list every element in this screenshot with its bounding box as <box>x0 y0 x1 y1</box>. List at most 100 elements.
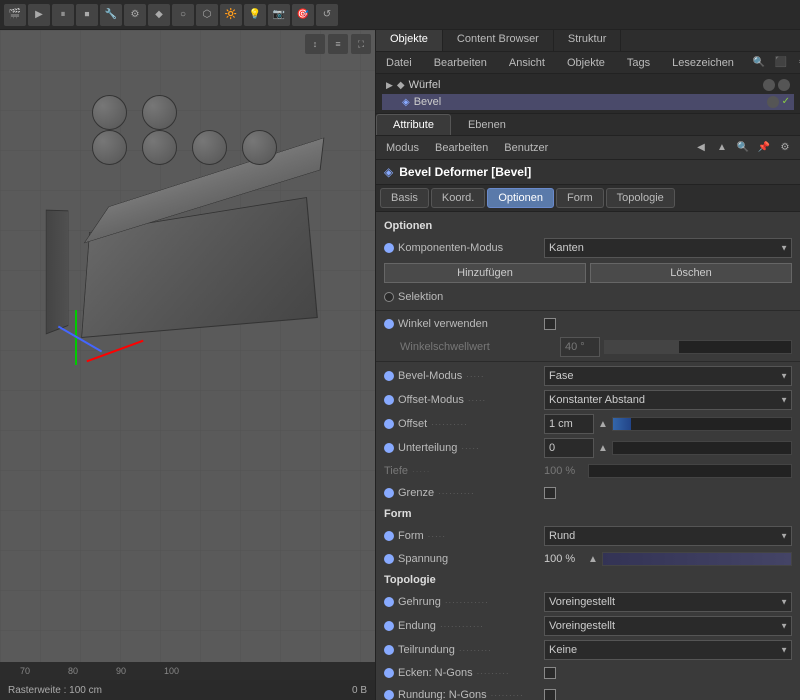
offset-spinner-up[interactable]: ▲ <box>598 419 608 430</box>
endung-label: Endung ············ <box>384 620 544 632</box>
offset-modus-text: Offset-Modus <box>398 394 464 406</box>
tab-optionen[interactable]: Optionen <box>487 188 554 208</box>
tab-koord[interactable]: Koord. <box>431 188 485 208</box>
vis-dot-1[interactable] <box>763 79 775 91</box>
grenze-checkbox[interactable] <box>544 487 556 499</box>
ecken-radio[interactable] <box>384 668 394 678</box>
toolbar-icon-13[interactable]: 🎯 <box>292 4 314 26</box>
attr-back-icon[interactable]: ◀ <box>692 139 710 157</box>
selektion-radio[interactable] <box>384 292 394 302</box>
gehrung-radio[interactable] <box>384 597 394 607</box>
viewport-menu-btn[interactable]: ≡ <box>328 34 348 54</box>
offset-modus-select[interactable]: Konstanter Abstand <box>544 390 792 410</box>
spannung-radio[interactable] <box>384 554 394 564</box>
vis-dot-2[interactable] <box>778 79 790 91</box>
form-radio[interactable] <box>384 531 394 541</box>
menu-tags[interactable]: Tags <box>621 55 656 71</box>
winkel-text: Winkel verwenden <box>398 318 488 330</box>
ecken-checkbox[interactable] <box>544 667 556 679</box>
komponenten-modus-select[interactable]: Kanten <box>544 238 792 258</box>
gehrung-select[interactable]: Voreingestellt <box>544 592 792 612</box>
winkel-radio[interactable] <box>384 319 394 329</box>
props-area[interactable]: Optionen Komponenten-Modus Kanten ▼ <box>376 212 800 700</box>
unterteilung-input[interactable] <box>544 438 594 458</box>
bevel-modus-select[interactable]: Fase <box>544 366 792 386</box>
tab-basis[interactable]: Basis <box>380 188 429 208</box>
unterteilung-radio[interactable] <box>384 443 394 453</box>
offset-modus-radio[interactable] <box>384 395 394 405</box>
toolbar-icon-8[interactable]: ○ <box>172 4 194 26</box>
tab-objekte[interactable]: Objekte <box>376 30 443 51</box>
attr-modus[interactable]: Modus <box>382 140 423 156</box>
toolbar-icon-1[interactable]: 🎬 <box>4 4 26 26</box>
endung-select[interactable]: Voreingestellt <box>544 616 792 636</box>
settings-icon[interactable]: ⚙ <box>794 54 800 72</box>
winkelschwellwert-slider[interactable] <box>604 340 792 354</box>
toolbar-icon-9[interactable]: ⬡ <box>196 4 218 26</box>
panel-menubar: Datei Bearbeiten Ansicht Objekte Tags Le… <box>376 52 800 74</box>
tab-content-browser[interactable]: Content Browser <box>443 30 554 51</box>
spannung-spinner[interactable]: ▲ <box>588 554 598 565</box>
toolbar-icon-14[interactable]: ↺ <box>316 4 338 26</box>
form-select[interactable]: Rund <box>544 526 792 546</box>
winkel-checkbox[interactable] <box>544 318 556 330</box>
attr-benutzer[interactable]: Benutzer <box>500 140 552 156</box>
bevel-modus-label: Bevel-Modus ····· <box>384 370 544 382</box>
toolbar-icon-10[interactable]: 🔆 <box>220 4 242 26</box>
unterteilung-spinner[interactable]: ▲ <box>598 443 608 454</box>
obj-row-wuerfel[interactable]: ▶ ◆ Würfel <box>382 77 794 93</box>
tiefe-slider[interactable] <box>588 464 792 478</box>
offset-radio[interactable] <box>384 419 394 429</box>
teilrundung-select[interactable]: Keine <box>544 640 792 660</box>
menu-ansicht[interactable]: Ansicht <box>503 55 551 71</box>
toolbar-icon-11[interactable]: 💡 <box>244 4 266 26</box>
tab-topologie[interactable]: Topologie <box>606 188 675 208</box>
selektion-text: Selektion <box>398 291 443 303</box>
endung-radio[interactable] <box>384 621 394 631</box>
tab-ebenen[interactable]: Ebenen <box>451 114 523 135</box>
teilrundung-radio[interactable] <box>384 645 394 655</box>
rundung-ngons-radio[interactable] <box>384 690 394 700</box>
unterteilung-slider[interactable] <box>612 441 792 455</box>
winkelschwellwert-input[interactable] <box>560 337 600 357</box>
bevel-vis-dot-1[interactable] <box>767 96 779 108</box>
komponenten-radio[interactable] <box>384 243 394 253</box>
attr-forward-icon[interactable]: ▲ <box>713 139 731 157</box>
attr-bearbeiten[interactable]: Bearbeiten <box>431 140 492 156</box>
attr-search-icon[interactable]: 🔍 <box>734 139 752 157</box>
bevel-modus-radio[interactable] <box>384 371 394 381</box>
toolbar-icon-7[interactable]: ◆ <box>148 4 170 26</box>
btn-loeschen[interactable]: Löschen <box>590 263 792 283</box>
tab-attribute[interactable]: Attribute <box>376 114 451 135</box>
offset-input[interactable] <box>544 414 594 434</box>
viewport[interactable]: ↕ ≡ ⛶ 70 <box>0 30 375 700</box>
attr-pin-icon[interactable]: 📌 <box>755 139 773 157</box>
toolbar-icon-5[interactable]: 🔧 <box>100 4 122 26</box>
toolbar-icon-12[interactable]: 📷 <box>268 4 290 26</box>
menu-objekte[interactable]: Objekte <box>561 55 611 71</box>
toolbar-icon-2[interactable]: ▶ <box>28 4 50 26</box>
winkel-label: Winkel verwenden <box>384 318 544 330</box>
viewport-nav-btn[interactable]: ↕ <box>305 34 325 54</box>
obj-row-bevel[interactable]: ◈ Bevel ✓ <box>382 94 794 110</box>
spannung-slider[interactable] <box>602 552 792 566</box>
menu-bearbeiten[interactable]: Bearbeiten <box>428 55 493 71</box>
toolbar-icon-4[interactable]: ⏹ <box>76 4 98 26</box>
rundung-ngons-checkbox[interactable] <box>544 689 556 700</box>
viewport-expand-btn[interactable]: ⛶ <box>351 34 371 54</box>
stud-2 <box>142 130 177 165</box>
panel-top-tabs: Objekte Content Browser Struktur <box>376 30 800 52</box>
tab-form[interactable]: Form <box>556 188 604 208</box>
menu-datei[interactable]: Datei <box>380 55 418 71</box>
grenze-radio[interactable] <box>384 488 394 498</box>
toolbar-icon-6[interactable]: ⚙ <box>124 4 146 26</box>
offset-slider[interactable] <box>612 417 792 431</box>
toolbar-icon-3[interactable]: ⏸ <box>52 4 74 26</box>
attr-menu-icon[interactable]: ⚙ <box>776 139 794 157</box>
btn-hinzufuegen[interactable]: Hinzufügen <box>384 263 586 283</box>
filter-icon[interactable]: ⬛ <box>772 54 790 72</box>
gehrung-select-wrapper: Voreingestellt ▼ <box>544 592 792 612</box>
menu-lesezeichen[interactable]: Lesezeichen <box>666 55 740 71</box>
tab-struktur[interactable]: Struktur <box>554 30 622 51</box>
search-icon[interactable]: 🔍 <box>750 54 768 72</box>
